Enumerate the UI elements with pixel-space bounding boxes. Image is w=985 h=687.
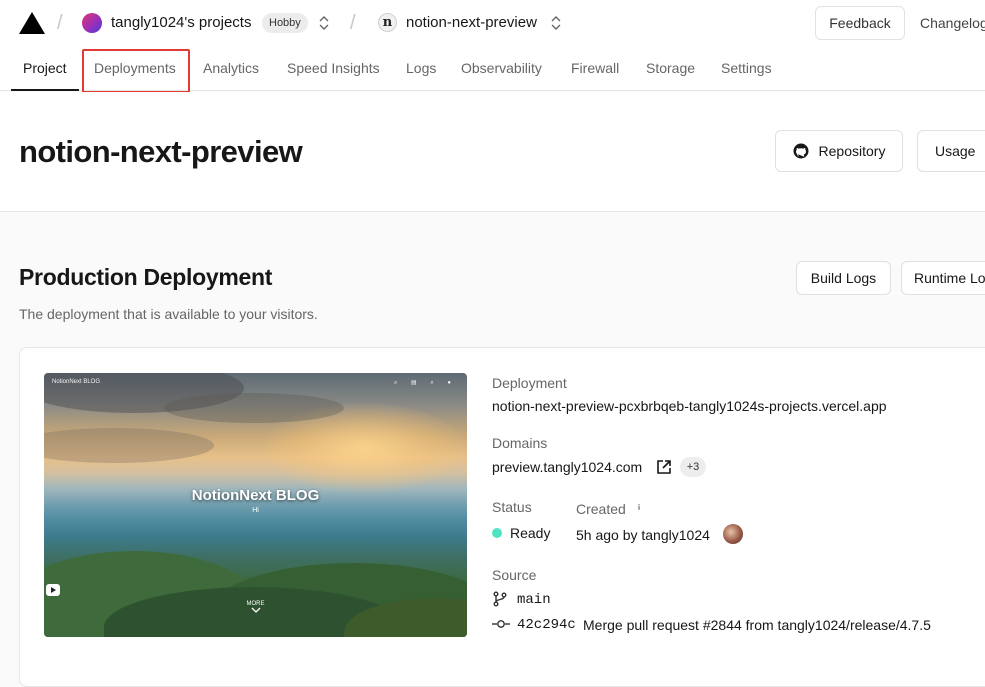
deployment-preview-image[interactable]: NotionNext BLOG ⌕ ▤ ⌕ ● NotionNext BLOG … [44,373,467,637]
created-label: Created [576,501,626,517]
created-value: 5h ago by tangly1024 [576,527,710,543]
build-logs-button[interactable]: Build Logs [796,261,891,295]
preview-nav-icons: ⌕ ▤ ⌕ ● [393,380,457,386]
changelog-link[interactable]: Changelog [920,15,985,31]
status-ready-dot [492,528,502,538]
play-icon [46,584,60,596]
team-name[interactable]: tangly1024's projects [111,14,251,31]
user-avatar[interactable] [723,524,743,544]
usage-button[interactable]: Usage [917,130,985,172]
cloud [44,428,214,463]
preview-more: MORE [44,601,467,615]
git-commit-icon [492,620,510,628]
extra-domains-badge[interactable]: +3 [680,457,706,477]
runtime-logs-button[interactable]: Runtime Logs [901,261,985,295]
external-link-icon[interactable] [656,459,672,475]
cloud [164,393,344,423]
breadcrumb-separator: / [350,12,356,34]
top-bar: / tangly1024's projects Hobby / n notion… [0,0,985,46]
tab-storage[interactable]: Storage [646,60,695,76]
team-switcher-chevron-icon[interactable] [319,15,329,31]
preview-tagline: Hi [252,507,259,514]
project-name[interactable]: notion-next-preview [406,14,537,31]
branch-name[interactable]: main [517,592,551,608]
repository-button[interactable]: Repository [775,130,903,172]
project-icon: n [378,13,397,32]
breadcrumb-separator: / [57,12,63,34]
section-subtitle: The deployment that is available to your… [19,306,318,322]
tab-observability[interactable]: Observability [461,60,542,76]
repository-button-label: Repository [818,143,886,159]
tab-analytics[interactable]: Analytics [203,60,259,76]
commit-hash[interactable]: 42c294c [517,617,576,633]
domain-link[interactable]: preview.tangly1024.com [492,459,642,475]
section-title: Production Deployment [19,264,273,290]
project-switcher-chevron-icon[interactable] [551,15,561,31]
domains-label: Domains [492,435,548,451]
preview-brand: NotionNext BLOG [52,379,101,385]
tab-logs[interactable]: Logs [406,60,436,76]
status-value: Ready [510,525,551,541]
team-avatar[interactable] [82,13,102,33]
status-label: Status [492,499,532,515]
source-label: Source [492,567,537,583]
git-branch-icon [493,591,507,607]
commit-message: Merge pull request #2844 from tangly1024… [583,617,931,633]
info-icon[interactable] [634,502,644,512]
plan-badge: Hobby [262,13,308,33]
deployment-url-link[interactable]: notion-next-preview-pcxbrbqeb-tangly1024… [492,398,887,414]
tab-speed-insights[interactable]: Speed Insights [287,60,380,76]
chevron-down-icon [251,607,260,613]
deployments-highlight-box [82,49,190,93]
preview-title: NotionNext BLOG [191,487,320,504]
tab-firewall[interactable]: Firewall [571,60,619,76]
feedback-button[interactable]: Feedback [815,6,905,40]
tab-project[interactable]: Project [23,60,67,76]
active-tab-indicator [11,89,79,91]
deployment-label: Deployment [492,375,567,391]
github-icon [793,143,809,159]
vercel-logo-icon[interactable] [19,12,45,34]
page-title: notion-next-preview [19,134,303,169]
tab-settings[interactable]: Settings [721,60,772,76]
